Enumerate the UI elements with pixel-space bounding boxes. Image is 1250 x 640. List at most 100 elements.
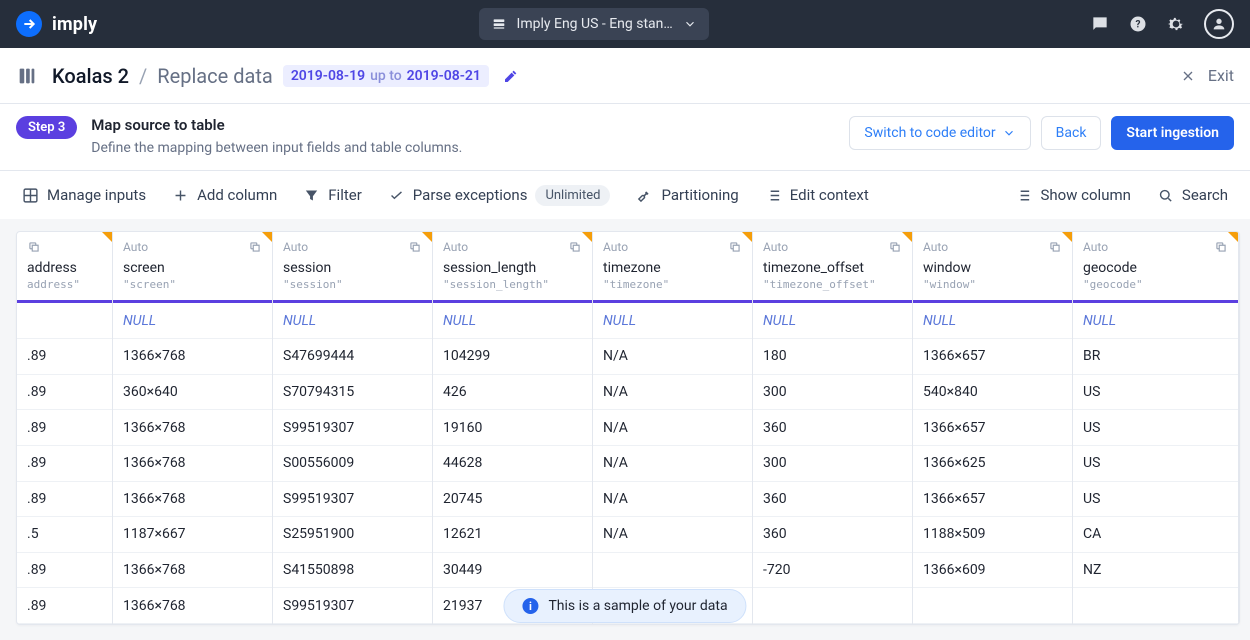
cell[interactable]: US xyxy=(1073,446,1238,482)
cell[interactable]: N/A xyxy=(593,517,752,553)
cell[interactable] xyxy=(17,303,112,339)
column-header[interactable]: addressaddress" xyxy=(17,232,112,303)
exit-button[interactable]: Exit xyxy=(1180,66,1234,85)
cell[interactable]: .89 xyxy=(17,410,112,446)
cell[interactable]: 30449 xyxy=(433,553,592,589)
column-header[interactable]: Autosession"session" xyxy=(273,232,432,303)
breadcrumb-root[interactable]: Koalas 2 xyxy=(52,64,129,88)
cell[interactable]: 1366×768 xyxy=(113,410,272,446)
cell[interactable]: S25951900 xyxy=(273,517,432,553)
gear-icon[interactable] xyxy=(1166,14,1186,34)
cell[interactable]: .89 xyxy=(17,588,112,624)
date-range-pill[interactable]: 2019-08-19 up to 2019-08-21 xyxy=(283,65,489,87)
cell[interactable] xyxy=(593,553,752,589)
cell[interactable]: 426 xyxy=(433,375,592,411)
cell[interactable]: 360×640 xyxy=(113,375,272,411)
cell[interactable]: NULL xyxy=(433,303,592,339)
cell[interactable]: 1366×609 xyxy=(913,553,1072,589)
cell[interactable]: NULL xyxy=(1073,303,1238,339)
cell[interactable]: 360 xyxy=(753,517,912,553)
cell[interactable]: 1366×768 xyxy=(113,482,272,518)
cell[interactable]: N/A xyxy=(593,446,752,482)
cell[interactable]: S41550898 xyxy=(273,553,432,589)
chat-icon[interactable] xyxy=(1090,14,1110,34)
cell[interactable]: 1366×657 xyxy=(913,410,1072,446)
cell[interactable]: BR xyxy=(1073,339,1238,375)
cell[interactable]: 104299 xyxy=(433,339,592,375)
column-header[interactable]: Autotimezone_offset"timezone_offset" xyxy=(753,232,912,303)
cell[interactable]: .89 xyxy=(17,446,112,482)
cell[interactable]: NULL xyxy=(753,303,912,339)
edit-context-button[interactable]: Edit context xyxy=(765,186,869,204)
popout-icon[interactable] xyxy=(248,240,262,254)
popout-icon[interactable] xyxy=(27,240,41,254)
popout-icon[interactable] xyxy=(888,240,902,254)
cell[interactable]: 540×840 xyxy=(913,375,1072,411)
cell[interactable]: 1188×509 xyxy=(913,517,1072,553)
cell[interactable]: 1187×667 xyxy=(113,517,272,553)
pencil-icon[interactable] xyxy=(503,68,519,84)
cell[interactable]: 44628 xyxy=(433,446,592,482)
popout-icon[interactable] xyxy=(568,240,582,254)
manage-inputs-button[interactable]: Manage inputs xyxy=(22,186,146,204)
cell[interactable]: 300 xyxy=(753,446,912,482)
cell[interactable]: 1366×657 xyxy=(913,339,1072,375)
cell[interactable]: .89 xyxy=(17,375,112,411)
help-icon[interactable]: ? xyxy=(1128,14,1148,34)
switch-to-code-button[interactable]: Switch to code editor xyxy=(849,116,1030,150)
cell[interactable]: 1366×657 xyxy=(913,482,1072,518)
column-header[interactable]: Autosession_length"session_length" xyxy=(433,232,592,303)
popout-icon[interactable] xyxy=(1048,240,1062,254)
cell[interactable] xyxy=(913,588,1072,624)
parse-exceptions-button[interactable]: Parse exceptions Unlimited xyxy=(388,185,611,206)
cell[interactable]: S99519307 xyxy=(273,410,432,446)
cell[interactable]: S00556009 xyxy=(273,446,432,482)
cell[interactable]: NZ xyxy=(1073,553,1238,589)
cell[interactable]: 1366×625 xyxy=(913,446,1072,482)
cell[interactable]: S99519307 xyxy=(273,588,432,624)
show-column-button[interactable]: Show column xyxy=(1015,186,1130,204)
start-ingestion-button[interactable]: Start ingestion xyxy=(1111,116,1234,150)
cell[interactable]: N/A xyxy=(593,375,752,411)
avatar[interactable] xyxy=(1204,9,1234,39)
cell[interactable]: NULL xyxy=(113,303,272,339)
cell[interactable]: 1366×768 xyxy=(113,553,272,589)
cell[interactable]: S47699444 xyxy=(273,339,432,375)
cell[interactable]: 1366×768 xyxy=(113,446,272,482)
cell[interactable]: 1366×768 xyxy=(113,339,272,375)
cell[interactable]: .5 xyxy=(17,517,112,553)
project-picker[interactable]: Imply Eng US - Eng stan… xyxy=(479,8,709,40)
cell[interactable]: N/A xyxy=(593,339,752,375)
cell[interactable]: 360 xyxy=(753,410,912,446)
cell[interactable]: US xyxy=(1073,482,1238,518)
cell[interactable] xyxy=(753,588,912,624)
cell[interactable]: NULL xyxy=(273,303,432,339)
cell[interactable]: 12621 xyxy=(433,517,592,553)
cell[interactable]: S99519307 xyxy=(273,482,432,518)
back-button[interactable]: Back xyxy=(1041,116,1102,150)
cell[interactable]: 19160 xyxy=(433,410,592,446)
cell[interactable]: 180 xyxy=(753,339,912,375)
cell[interactable]: US xyxy=(1073,410,1238,446)
column-header[interactable]: Autoscreen"screen" xyxy=(113,232,272,303)
cell[interactable]: .89 xyxy=(17,339,112,375)
filter-button[interactable]: Filter xyxy=(303,186,362,204)
popout-icon[interactable] xyxy=(728,240,742,254)
add-column-button[interactable]: Add column xyxy=(172,186,277,204)
popout-icon[interactable] xyxy=(408,240,422,254)
cell[interactable]: N/A xyxy=(593,482,752,518)
cell[interactable]: NULL xyxy=(593,303,752,339)
popout-icon[interactable] xyxy=(1214,240,1228,254)
cell[interactable]: 360 xyxy=(753,482,912,518)
column-header[interactable]: Autowindow"window" xyxy=(913,232,1072,303)
cell[interactable]: 20745 xyxy=(433,482,592,518)
cell[interactable] xyxy=(1073,588,1238,624)
cell[interactable]: 1366×768 xyxy=(113,588,272,624)
cell[interactable]: US xyxy=(1073,375,1238,411)
search-button[interactable]: Search xyxy=(1157,186,1228,204)
cell[interactable]: N/A xyxy=(593,410,752,446)
cell[interactable]: S70794315 xyxy=(273,375,432,411)
cell[interactable]: .89 xyxy=(17,553,112,589)
column-header[interactable]: Autotimezone"timezone" xyxy=(593,232,752,303)
cell[interactable]: -720 xyxy=(753,553,912,589)
